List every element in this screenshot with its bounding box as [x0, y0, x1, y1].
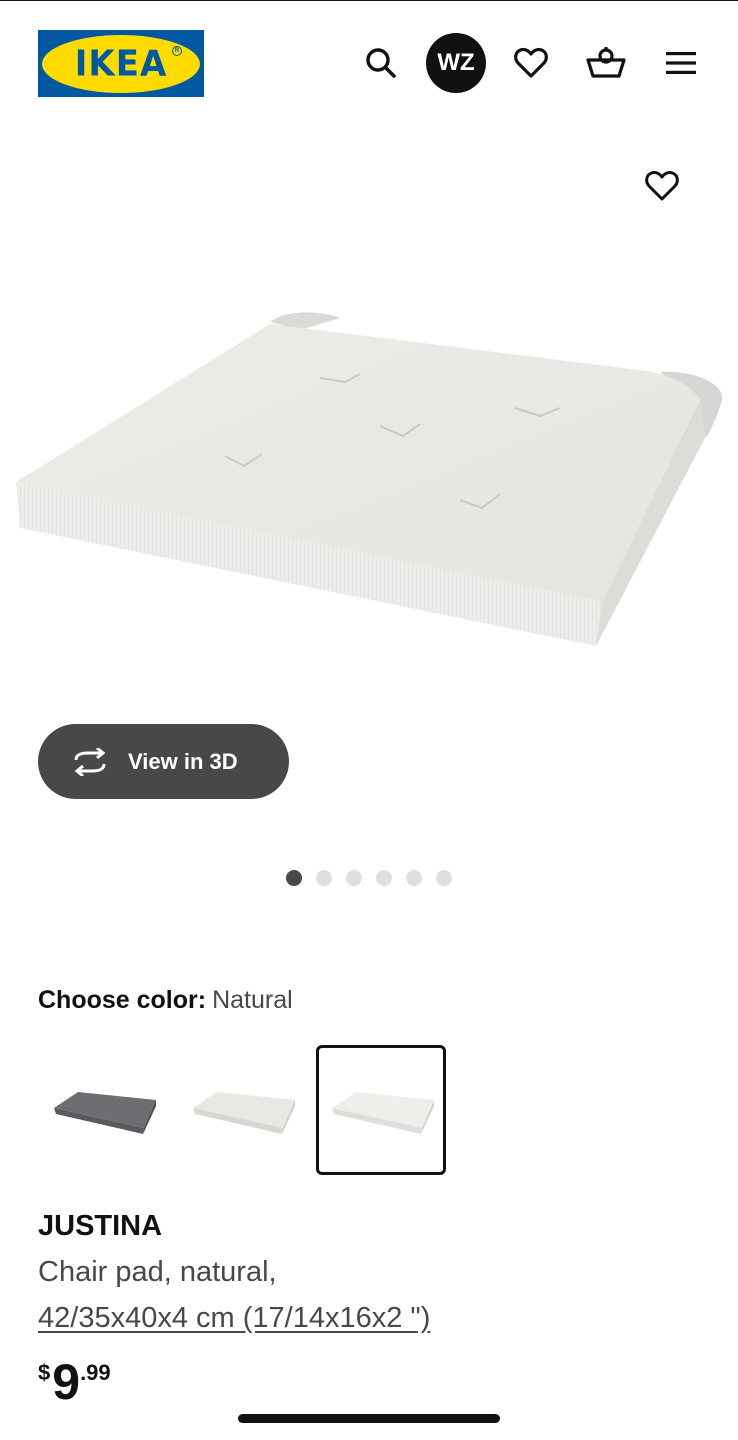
selected-color-value: Natural [212, 986, 293, 1014]
swatch-image [332, 1092, 434, 1134]
swatch-image [193, 1092, 295, 1134]
account-button[interactable]: WZ [426, 33, 486, 93]
product-name: JUSTINA [38, 1210, 163, 1242]
menu-button[interactable] [651, 33, 711, 93]
product-description: Chair pad, natural, [38, 1256, 277, 1288]
view-in-3d-button[interactable]: View in 3D [38, 724, 289, 799]
choose-color-key: Choose color: [38, 986, 207, 1014]
search-button[interactable] [351, 33, 411, 93]
rotate-3d-icon [74, 747, 106, 776]
carousel-indicator [286, 870, 452, 886]
carousel-dot-1[interactable] [286, 870, 302, 886]
search-icon [366, 48, 396, 78]
product-price: $ 9 .99 [38, 1356, 111, 1408]
registered-mark-icon: R [172, 45, 182, 56]
swatch-image [54, 1092, 156, 1134]
carousel-dot-4[interactable] [376, 870, 392, 886]
color-swatch-white[interactable] [177, 1045, 307, 1175]
menu-icon [666, 52, 696, 74]
color-chooser-label: Choose color: Natural [38, 986, 293, 1015]
color-swatch-natural[interactable] [316, 1045, 446, 1175]
view-in-3d-label: View in 3D [128, 748, 238, 774]
price-currency: $ [38, 1360, 51, 1385]
carousel-dot-2[interactable] [316, 870, 332, 886]
basket-icon [586, 47, 626, 78]
carousel-dot-5[interactable] [406, 870, 422, 886]
price-decimal: .99 [80, 1360, 111, 1385]
product-favorite-button[interactable] [640, 164, 684, 208]
favorites-button[interactable] [501, 33, 561, 93]
color-swatch-dark-gray[interactable] [38, 1045, 168, 1175]
avatar: WZ [426, 33, 486, 93]
carousel-dot-6[interactable] [436, 870, 452, 886]
price-integer: 9 [52, 1354, 81, 1410]
heart-icon [645, 171, 679, 201]
logo-text: IKEA [74, 42, 168, 85]
heart-icon [514, 47, 548, 78]
product-image[interactable] [0, 290, 738, 670]
carousel-dot-3[interactable] [346, 870, 362, 886]
basket-button[interactable] [576, 33, 636, 93]
product-size-link[interactable]: 42/35x40x4 cm (17/14x16x2 ") [38, 1302, 430, 1335]
home-indicator[interactable] [238, 1414, 500, 1423]
logo-oval: IKEA R [42, 34, 200, 93]
ikea-logo[interactable]: IKEA R [38, 30, 204, 97]
